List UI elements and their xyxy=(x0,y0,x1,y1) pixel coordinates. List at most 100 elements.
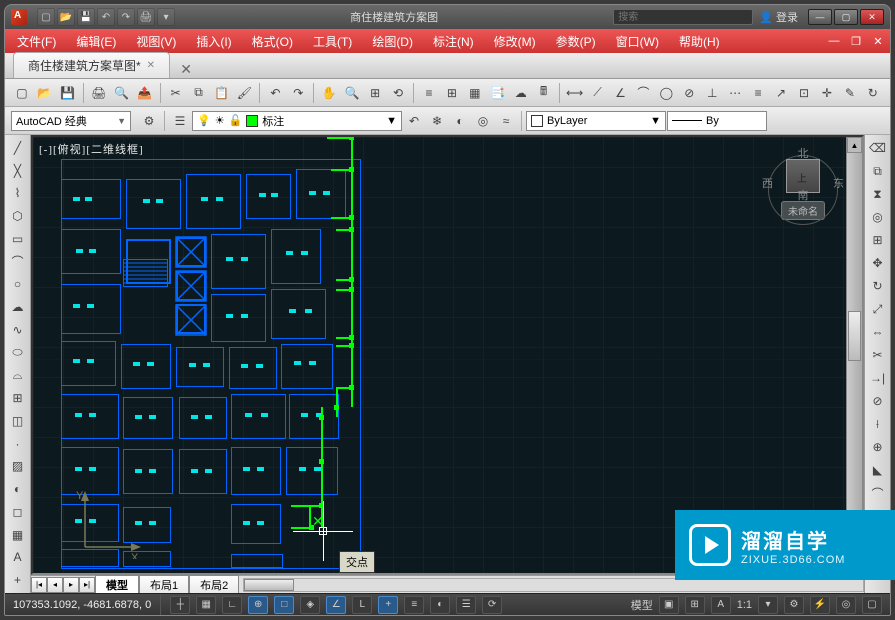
circle-icon[interactable]: ○ xyxy=(8,275,28,295)
menu-insert[interactable]: 插入(I) xyxy=(186,30,241,53)
viewcube-south[interactable]: 南 xyxy=(758,187,848,203)
qat-save-icon[interactable]: 💾 xyxy=(77,8,95,26)
array-icon[interactable]: ⊞ xyxy=(868,230,888,250)
leader-icon[interactable]: ↗ xyxy=(770,82,792,104)
qat-print-icon[interactable]: 🖨 xyxy=(137,8,155,26)
spline-icon[interactable]: ∿ xyxy=(8,320,28,340)
plot-icon[interactable]: 🖨 xyxy=(88,82,110,104)
dim-angular-icon[interactable]: ∠ xyxy=(610,82,632,104)
tool-palette-icon[interactable]: ▦ xyxy=(464,82,486,104)
hatch-icon[interactable]: ▨ xyxy=(8,457,28,477)
hardware-accel-icon[interactable]: ⚡ xyxy=(810,596,830,614)
sheet-set-icon[interactable]: 📑 xyxy=(487,82,509,104)
clean-screen-icon[interactable]: ▢ xyxy=(862,596,882,614)
tab-next-icon[interactable]: ▸ xyxy=(63,577,79,593)
quick-props-icon[interactable]: ☰ xyxy=(456,596,476,614)
new-icon[interactable]: ▢ xyxy=(11,82,33,104)
fillet-icon[interactable]: ⌒ xyxy=(868,483,888,503)
dim-aligned-icon[interactable]: ⟋ xyxy=(587,82,609,104)
tab-last-icon[interactable]: ▸| xyxy=(79,577,95,593)
markup-icon[interactable]: ☁ xyxy=(510,82,532,104)
dim-linear-icon[interactable]: ⟷ xyxy=(564,82,586,104)
menu-params[interactable]: 参数(P) xyxy=(546,30,606,53)
dim-ordinate-icon[interactable]: ⊥ xyxy=(701,82,723,104)
otrack-icon[interactable]: ∠ xyxy=(326,596,346,614)
break-icon[interactable]: ⟊ xyxy=(868,414,888,434)
ortho-mode-icon[interactable]: ∟ xyxy=(222,596,242,614)
tab-first-icon[interactable]: |◂ xyxy=(31,577,47,593)
doc-restore-icon[interactable]: ❐ xyxy=(846,32,866,50)
line-icon[interactable]: ╱ xyxy=(8,138,28,158)
quick-view-icon[interactable]: ⊞ xyxy=(685,596,705,614)
layer-previous-icon[interactable]: ↶ xyxy=(403,110,425,132)
move-icon[interactable]: ✥ xyxy=(868,253,888,273)
app-icon[interactable] xyxy=(11,9,27,25)
menu-tools[interactable]: 工具(T) xyxy=(303,30,362,53)
snap-mode-icon[interactable]: ┼ xyxy=(170,596,190,614)
minimize-button[interactable]: — xyxy=(808,9,832,25)
arc-icon[interactable]: ⌒ xyxy=(8,252,28,272)
document-tab-active[interactable]: 商住楼建筑方案草图* ✕ xyxy=(13,52,170,78)
scale-label[interactable]: 1:1 xyxy=(737,599,752,611)
tab-layout2[interactable]: 布局2 xyxy=(189,575,239,594)
point-icon[interactable]: · xyxy=(8,434,28,454)
menu-draw[interactable]: 绘图(D) xyxy=(362,30,423,53)
zoom-prev-icon[interactable]: ⟲ xyxy=(387,82,409,104)
menu-edit[interactable]: 编辑(E) xyxy=(66,30,126,53)
undo-icon[interactable]: ↶ xyxy=(264,82,286,104)
mtext-icon[interactable]: A xyxy=(8,548,28,568)
calc-icon[interactable]: 🖩 xyxy=(533,82,555,104)
doc-close-icon[interactable]: ✕ xyxy=(868,32,888,50)
workspace-settings-icon[interactable]: ⚙ xyxy=(138,110,160,132)
tab-close-icon[interactable]: ✕ xyxy=(147,60,155,71)
workspace-dropdown[interactable]: AutoCAD 经典▼ xyxy=(11,111,131,131)
osnap-mode-icon[interactable]: □ xyxy=(274,596,294,614)
layer-isolate-icon[interactable]: ◎ xyxy=(472,110,494,132)
chamfer-icon[interactable]: ◣ xyxy=(868,460,888,480)
close-button[interactable]: ✕ xyxy=(860,9,884,25)
ellipse-icon[interactable]: ⬭ xyxy=(8,343,28,363)
linetype-dropdown[interactable]: ByLayer ▼ xyxy=(526,111,666,131)
scroll-up-icon[interactable]: ▲ xyxy=(847,137,862,153)
scale-icon[interactable]: ⤢ xyxy=(868,299,888,319)
layer-manager-icon[interactable]: ☰ xyxy=(169,110,191,132)
revision-cloud-icon[interactable]: ☁ xyxy=(8,297,28,317)
dim-baseline-icon[interactable]: ≡ xyxy=(747,82,769,104)
insert-block-icon[interactable]: ⊞ xyxy=(8,388,28,408)
model-space-label[interactable]: 模型 xyxy=(631,597,653,613)
qat-undo-icon[interactable]: ↶ xyxy=(97,8,115,26)
polar-mode-icon[interactable]: ⊕ xyxy=(248,596,268,614)
workspace-switch-icon[interactable]: ⚙ xyxy=(784,596,804,614)
table-icon[interactable]: ▦ xyxy=(8,525,28,545)
ucs-icon[interactable]: Y X xyxy=(73,489,143,559)
layer-freeze-icon[interactable]: ❄ xyxy=(426,110,448,132)
hscroll-thumb[interactable] xyxy=(244,579,294,591)
make-block-icon[interactable]: ◫ xyxy=(8,411,28,431)
tab-prev-icon[interactable]: ◂ xyxy=(47,577,63,593)
qat-more-icon[interactable]: ▾ xyxy=(157,8,175,26)
properties-icon[interactable]: ≡ xyxy=(418,82,440,104)
paste-icon[interactable]: 📋 xyxy=(211,82,233,104)
maximize-button[interactable]: ▢ xyxy=(834,9,858,25)
dim-arc-icon[interactable]: ⌒ xyxy=(632,82,654,104)
transparency-icon[interactable]: ◐ xyxy=(430,596,450,614)
drawing-canvas[interactable]: [-][俯视][二维线框] xyxy=(31,135,864,575)
qat-redo-icon[interactable]: ↷ xyxy=(117,8,135,26)
copy-icon[interactable]: ⧉ xyxy=(188,82,210,104)
menu-file[interactable]: 文件(F) xyxy=(7,30,66,53)
grid-mode-icon[interactable]: ▦ xyxy=(196,596,216,614)
zoom-window-icon[interactable]: ⊞ xyxy=(364,82,386,104)
scroll-thumb[interactable] xyxy=(848,311,861,361)
doc-minimize-icon[interactable]: — xyxy=(824,32,844,50)
dim-continue-icon[interactable]: ⋯ xyxy=(724,82,746,104)
open-icon[interactable]: 📂 xyxy=(34,82,56,104)
construction-line-icon[interactable]: ╳ xyxy=(8,161,28,181)
isolate-objects-icon[interactable]: ◎ xyxy=(836,596,856,614)
extend-icon[interactable]: →| xyxy=(868,368,888,388)
ducs-icon[interactable]: L xyxy=(352,596,372,614)
menu-help[interactable]: 帮助(H) xyxy=(669,30,730,53)
mirror-icon[interactable]: ⧗ xyxy=(868,184,888,204)
selection-cycling-icon[interactable]: ⟳ xyxy=(482,596,502,614)
menu-format[interactable]: 格式(O) xyxy=(242,30,303,53)
region-icon[interactable]: ◻ xyxy=(8,502,28,522)
